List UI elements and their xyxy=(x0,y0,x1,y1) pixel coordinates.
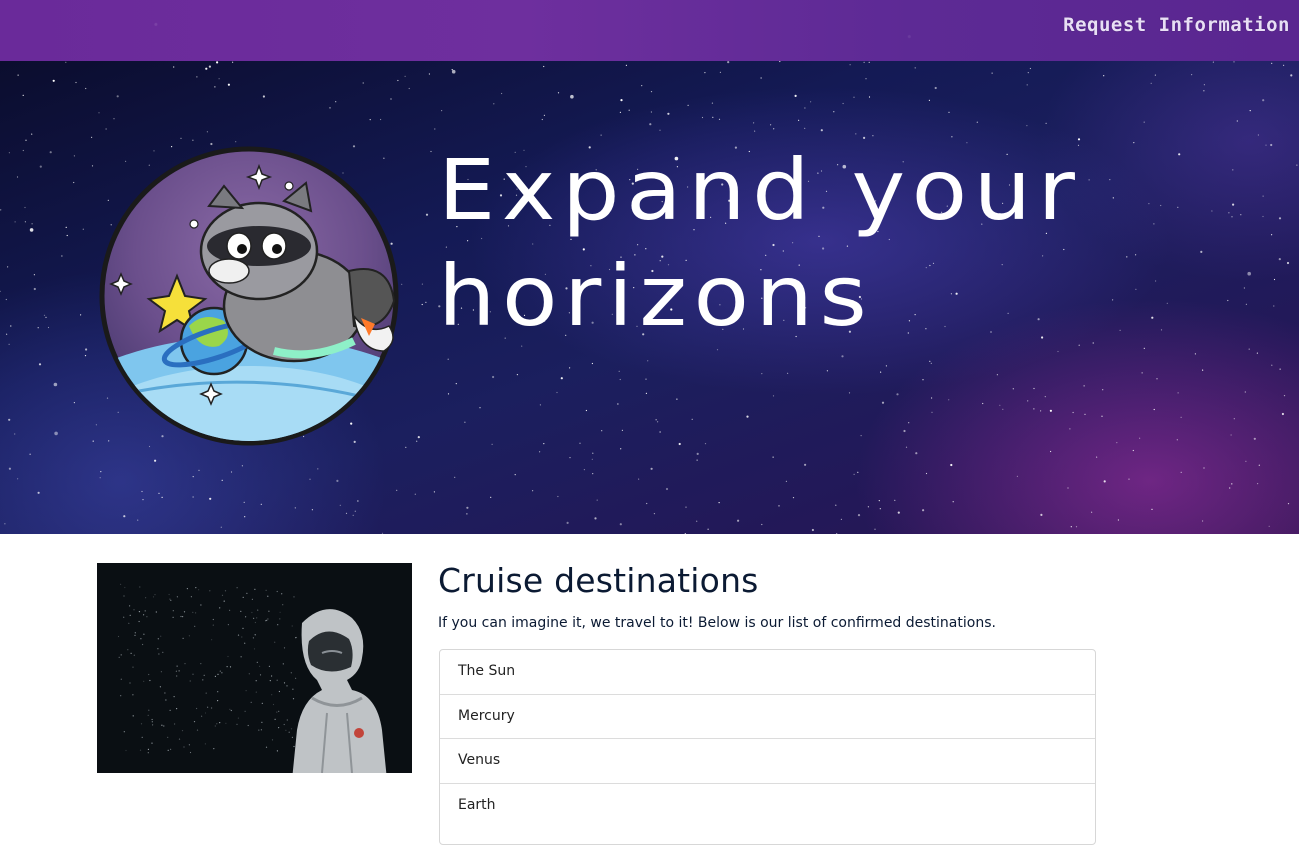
destinations-title: Cruise destinations xyxy=(438,561,759,600)
list-item-venus[interactable]: Venus xyxy=(440,739,1095,784)
request-information-link[interactable]: Request Information xyxy=(1063,14,1290,36)
destinations-list: The Sun Mercury Venus Earth xyxy=(439,649,1096,845)
destinations-description: If you can imagine it, we travel to it! … xyxy=(438,615,996,631)
astronaut-image xyxy=(97,563,412,773)
hero-title: Expand your horizons xyxy=(438,141,1082,345)
hero-banner: Expand your horizons xyxy=(0,61,1299,534)
list-item-mercury[interactable]: Mercury xyxy=(440,695,1095,739)
raccoon-astronaut-logo xyxy=(99,146,399,446)
list-item-the-sun[interactable]: The Sun xyxy=(440,650,1095,695)
top-navbar: Request Information xyxy=(0,0,1299,61)
list-item-earth[interactable]: Earth xyxy=(440,784,1095,844)
